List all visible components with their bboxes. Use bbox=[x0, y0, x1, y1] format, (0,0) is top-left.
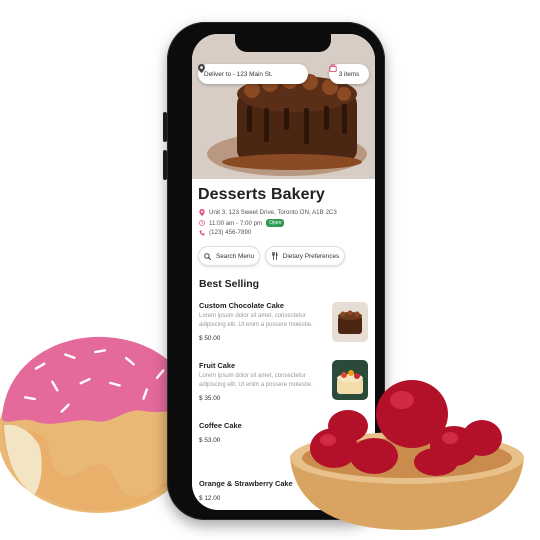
phone-side-button bbox=[163, 150, 167, 180]
store-name: Desserts Bakery bbox=[198, 186, 325, 203]
menu-item-price: $ 50.00 bbox=[199, 335, 221, 342]
phone-side-button bbox=[163, 112, 167, 142]
best-selling-heading: Best Selling bbox=[199, 278, 260, 290]
delivery-address-button[interactable]: Deliver to - 123 Main St. bbox=[198, 64, 308, 84]
store-hours: 11:00 am - 7:00 pm bbox=[209, 219, 263, 227]
menu-item-name: Fruit Cake bbox=[199, 361, 236, 370]
dietary-preferences-label: Dietary Preferences bbox=[282, 252, 340, 260]
menu-item-name: Custom Chocolate Cake bbox=[199, 301, 285, 310]
status-badge: Open bbox=[266, 219, 285, 227]
fork-knife-icon bbox=[271, 252, 278, 260]
menu-item-description: Lorem ipsum dolor sit amet, consectetur … bbox=[199, 313, 313, 328]
search-icon bbox=[204, 252, 211, 260]
shopping-bag-icon bbox=[329, 64, 337, 72]
store-address: Unit 3, 123 Sweet Drive, Toronto ON, A1B… bbox=[209, 209, 337, 216]
menu-item-name: Coffee Cake bbox=[199, 421, 242, 430]
phone-icon bbox=[199, 229, 205, 235]
cart-button[interactable]: 3 items bbox=[329, 64, 369, 84]
delivery-address-label: Deliver to - 123 Main St. bbox=[204, 70, 273, 78]
menu-item-price: $ 12.00 bbox=[199, 495, 221, 502]
strawberry-tart-image bbox=[290, 380, 524, 530]
menu-item-price: $ 35.00 bbox=[199, 395, 221, 402]
location-pin-icon bbox=[199, 209, 205, 216]
location-pin-icon bbox=[198, 64, 205, 73]
clock-icon bbox=[199, 220, 205, 226]
search-menu-button[interactable]: Search Menu bbox=[198, 246, 260, 266]
scene: Deliver to - 123 Main St. 3 items Desser… bbox=[0, 0, 540, 540]
menu-item-thumbnail bbox=[332, 302, 368, 342]
cart-count-label: 3 items bbox=[338, 70, 360, 78]
phone-notch bbox=[235, 34, 331, 52]
chocolate-cake-thumbnail bbox=[332, 302, 368, 342]
hero-image: Deliver to - 123 Main St. 3 items bbox=[192, 34, 375, 179]
store-phone: (123) 456-7890 bbox=[209, 229, 252, 236]
store-hours-row: 11:00 am - 7:00 pm Open bbox=[199, 219, 285, 227]
store-address-row: Unit 3, 123 Sweet Drive, Toronto ON, A1B… bbox=[199, 209, 337, 216]
search-menu-label: Search Menu bbox=[215, 252, 254, 260]
dietary-preferences-button[interactable]: Dietary Preferences bbox=[265, 246, 345, 266]
menu-item-price: $ 53.00 bbox=[199, 437, 221, 444]
store-phone-row[interactable]: (123) 456-7890 bbox=[199, 229, 251, 236]
menu-item-name: Orange & Strawberry Cake bbox=[199, 479, 293, 488]
chocolate-cake-illustration bbox=[192, 34, 375, 179]
